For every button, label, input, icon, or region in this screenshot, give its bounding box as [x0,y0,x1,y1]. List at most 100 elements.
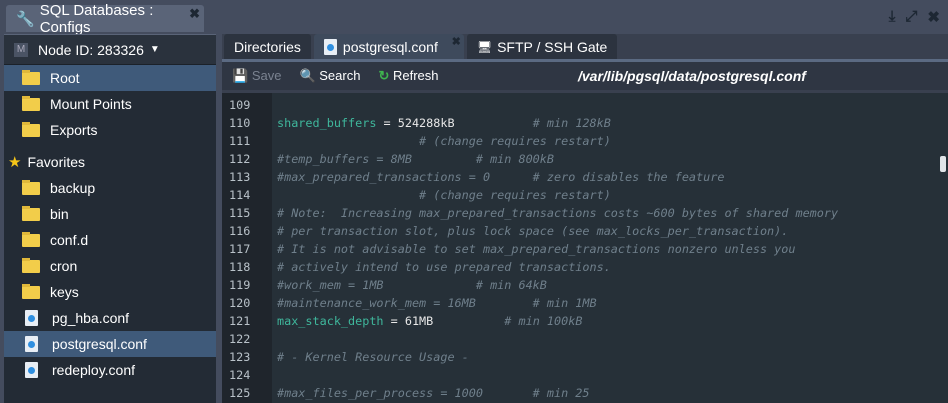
code-line: 113 #max_prepared_transactions = 0 # zero… [222,168,838,186]
setting-value: = 524288kB [376,116,533,130]
node-icon: M [14,42,28,57]
tab-sftp-ssh-gate[interactable]: 🖥 SFTP / SSH Gate [466,34,618,59]
close-tab-icon[interactable]: ✖ [452,35,461,48]
code-line: 119 #work_mem = 1MB # min 64kB [222,276,838,294]
save-button[interactable]: 💾 Save [232,68,281,84]
refresh-button[interactable]: ↻ Refresh [378,68,438,84]
favorite-backup[interactable]: backup [4,175,216,201]
code-line: 125 #max_files_per_process = 1000 # min 2… [222,384,838,402]
line-number: 110 [229,116,251,130]
line-number: 111 [229,134,251,148]
code-line: 111 # (change requires restart) [222,132,838,150]
tab-postgresql-conf[interactable]: postgresql.conf ✖ [313,34,464,59]
close-icon[interactable]: ✖ [927,8,940,26]
line-number: 121 [229,314,251,328]
save-icon: 💾 [232,68,249,83]
line-content [272,366,277,384]
item-label: redeploy.conf [52,362,136,378]
line-content: max_stack_depth = 61MB # min 100kB [272,312,582,330]
line-number: 125 [229,386,251,400]
line-content: # (change requires restart) [272,186,611,204]
line-number: 116 [229,224,251,238]
favorite-bin[interactable]: bin [4,201,216,227]
folder-icon [22,205,40,221]
favorite-pg-hba-conf[interactable]: pg_hba.conf [4,305,216,331]
comment: #temp_buffers = 8MB # min 800kB [277,152,554,166]
code-line: 114 # (change requires restart) [222,186,838,204]
line-content: # (change requires restart) [272,132,611,150]
line-number: 123 [229,350,251,364]
line-content: # Note: Increasing max_prepared_transact… [272,204,838,222]
window-title: SQL Databases : Configs [39,1,154,36]
line-number: 122 [229,332,251,346]
search-icon: 🔍 [299,68,316,83]
favorites-label: Favorites [27,154,86,170]
config-file-icon [25,362,38,378]
line-content: shared_buffers = 524288kB # min 128kB [272,114,611,132]
line-number: 112 [229,152,251,166]
favorite-cron[interactable]: cron [4,253,216,279]
window-tab[interactable]: 🔧 SQL Databases : Configs ✖ [6,2,204,36]
line-number: 115 [229,206,251,220]
refresh-icon: ↻ [378,68,390,83]
exports-icon [22,121,40,137]
line-number: 120 [229,296,251,310]
favorite-conf-d[interactable]: conf.d [4,227,216,253]
line-content [272,330,277,348]
sidebar-item-root[interactable]: Root [4,65,216,91]
favorite-postgresql-conf[interactable]: postgresql.conf [4,331,216,357]
sidebar-item-exports[interactable]: Exports [4,117,216,143]
folder-icon [22,179,40,195]
line-number: 113 [229,170,251,184]
config-file-icon [323,38,337,55]
code-line: 121 max_stack_depth = 61MB # min 100kB [222,312,838,330]
favorites-header[interactable]: ★ Favorites [4,149,216,175]
tab-label: Directories [234,38,301,55]
comment: #max_files_per_process = 1000 # min 25 [277,386,590,400]
chevron-down-icon: ▼ [149,44,160,55]
file-path: /var/lib/pgsql/data/postgresql.conf [578,68,806,84]
tab-label: postgresql.conf [342,38,438,55]
download-icon[interactable]: ⤓ [889,8,896,26]
expand-icon[interactable]: ⤢ [905,8,917,26]
comment: # min 100kB [504,314,583,328]
setting-value: = 61MB [383,314,505,328]
line-content: # - Kernel Resource Usage - [272,348,469,366]
folder-icon [22,231,40,247]
item-label: Mount Points [50,96,132,112]
code-line: 118 # actively intend to use prepared tra… [222,258,838,276]
comment: #max_prepared_transactions = 0 # zero di… [277,170,725,184]
config-file-icon [25,336,38,352]
folder-icon [22,283,40,299]
search-button[interactable]: 🔍 Search [299,68,360,84]
star-icon: ★ [8,154,22,171]
tab-directories[interactable]: Directories [224,34,311,59]
setting-name: shared_buffers [277,116,377,130]
sidebar-item-mount-points[interactable]: Mount Points [4,91,216,117]
comment: # (change requires restart) [277,188,611,202]
comment: # (change requires restart) [277,134,611,148]
code-line: 120 #maintenance_work_mem = 16MB # min 1M… [222,294,838,312]
wrench-icon: 🔧 [16,10,35,28]
code-line: 112 #temp_buffers = 8MB # min 800kB [222,150,838,168]
comment: # per transaction slot, plus lock space … [277,224,789,238]
item-label: bin [50,206,69,222]
config-file-icon [25,310,38,326]
favorite-keys[interactable]: keys [4,279,216,305]
scrollbar-thumb[interactable] [940,156,946,172]
code-line: 122 [222,330,838,348]
line-number: 114 [229,188,251,202]
tab-label: SFTP / SSH Gate [497,38,608,55]
line-content: #work_mem = 1MB # min 64kB [272,276,547,294]
code-editor[interactable]: 109 110 shared_buffers = 524288kB # min 12… [222,93,948,403]
code-line: 117 # It is not advisable to set max_prep… [222,240,838,258]
close-tab-icon[interactable]: ✖ [189,6,200,22]
folder-icon [22,257,40,273]
folder-icon [22,69,40,85]
item-label: pg_hba.conf [52,310,130,326]
node-selector[interactable]: M Node ID: 283326 ▼ [4,35,216,65]
comment: #work_mem = 1MB # min 64kB [277,278,547,292]
favorite-redeploy-conf[interactable]: redeploy.conf [4,357,216,383]
code-line: 109 [222,96,838,114]
line-content [272,96,277,114]
